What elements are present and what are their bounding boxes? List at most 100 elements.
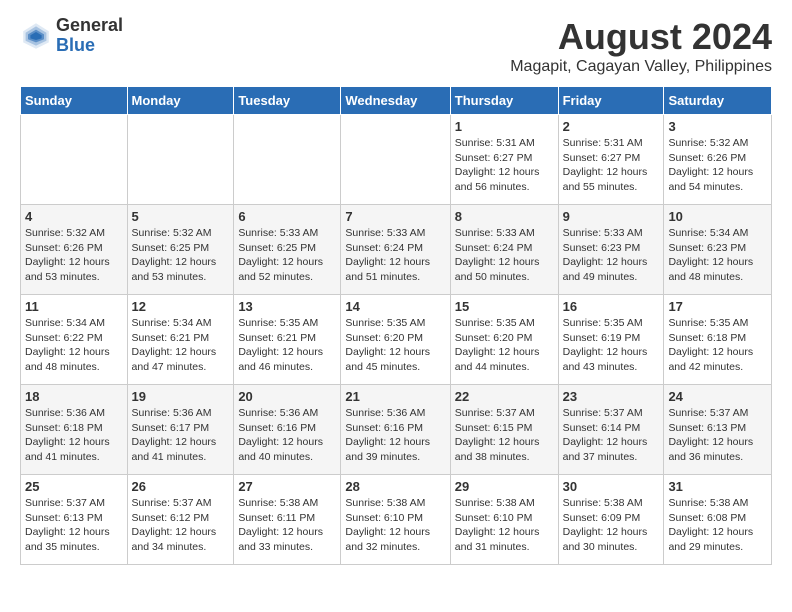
calendar-cell: 23 Sunrise: 5:37 AM Sunset: 6:14 PM Dayli… [558, 385, 664, 475]
day-number: 31 [668, 479, 767, 494]
day-info: Sunrise: 5:38 AM Sunset: 6:11 PM Dayligh… [238, 496, 336, 555]
day-header-saturday: Saturday [664, 87, 772, 115]
day-number: 5 [132, 209, 230, 224]
calendar-cell: 17Sunrise: 5:35 AM Sunset: 6:18 PM Dayli… [664, 295, 772, 385]
calendar-week-5: 25 Sunrise: 5:37 AM Sunset: 6:13 PM Dayli… [21, 475, 772, 565]
day-info: Sunrise: 5:35 AM Sunset: 6:18 PM Dayligh… [668, 316, 767, 375]
day-number: 25 [25, 479, 123, 494]
day-info: Sunrise: 5:38 AM Sunset: 6:10 PM Dayligh… [345, 496, 445, 555]
day-info: Sunrise: 5:37 AM Sunset: 6:13 PM Dayligh… [668, 406, 767, 465]
calendar-cell: 11 Sunrise: 5:34 AM Sunset: 6:22 PM Dayli… [21, 295, 128, 385]
day-number: 11 [25, 299, 123, 314]
day-number: 14 [345, 299, 445, 314]
day-info: Sunrise: 5:37 AM Sunset: 6:14 PM Dayligh… [563, 406, 660, 465]
logo-text: General Blue [56, 16, 123, 56]
calendar-cell: 28 Sunrise: 5:38 AM Sunset: 6:10 PM Dayli… [341, 475, 450, 565]
calendar-cell: 12 Sunrise: 5:34 AM Sunset: 6:21 PM Dayli… [127, 295, 234, 385]
calendar-cell: 29 Sunrise: 5:38 AM Sunset: 6:10 PM Dayli… [450, 475, 558, 565]
logo: General Blue [20, 16, 123, 56]
calendar-cell: 6 Sunrise: 5:33 AM Sunset: 6:25 PM Daylig… [234, 205, 341, 295]
day-info: Sunrise: 5:34 AM Sunset: 6:23 PM Dayligh… [668, 226, 767, 285]
day-info: Sunrise: 5:36 AM Sunset: 6:16 PM Dayligh… [238, 406, 336, 465]
calendar-week-2: 4 Sunrise: 5:32 AM Sunset: 6:26 PM Daylig… [21, 205, 772, 295]
day-number: 29 [455, 479, 554, 494]
day-info: Sunrise: 5:32 AM Sunset: 6:26 PM Dayligh… [668, 136, 767, 195]
calendar-cell: 25 Sunrise: 5:37 AM Sunset: 6:13 PM Dayli… [21, 475, 128, 565]
calendar-cell: 19 Sunrise: 5:36 AM Sunset: 6:17 PM Dayli… [127, 385, 234, 475]
day-number: 4 [25, 209, 123, 224]
day-number: 15 [455, 299, 554, 314]
day-info: Sunrise: 5:36 AM Sunset: 6:17 PM Dayligh… [132, 406, 230, 465]
day-info: Sunrise: 5:32 AM Sunset: 6:25 PM Dayligh… [132, 226, 230, 285]
day-header-sunday: Sunday [21, 87, 128, 115]
day-info: Sunrise: 5:33 AM Sunset: 6:24 PM Dayligh… [345, 226, 445, 285]
calendar-week-4: 18 Sunrise: 5:36 AM Sunset: 6:18 PM Dayli… [21, 385, 772, 475]
day-info: Sunrise: 5:31 AM Sunset: 6:27 PM Dayligh… [563, 136, 660, 195]
calendar-cell [21, 115, 128, 205]
day-number: 24 [668, 389, 767, 404]
day-number: 28 [345, 479, 445, 494]
calendar-cell: 16 Sunrise: 5:35 AM Sunset: 6:19 PM Dayli… [558, 295, 664, 385]
day-number: 22 [455, 389, 554, 404]
day-info: Sunrise: 5:34 AM Sunset: 6:21 PM Dayligh… [132, 316, 230, 375]
day-number: 9 [563, 209, 660, 224]
calendar-cell: 2Sunrise: 5:31 AM Sunset: 6:27 PM Daylig… [558, 115, 664, 205]
day-info: Sunrise: 5:35 AM Sunset: 6:21 PM Dayligh… [238, 316, 336, 375]
day-number: 6 [238, 209, 336, 224]
calendar-cell [127, 115, 234, 205]
calendar-cell: 30Sunrise: 5:38 AM Sunset: 6:09 PM Dayli… [558, 475, 664, 565]
calendar-cell: 15Sunrise: 5:35 AM Sunset: 6:20 PM Dayli… [450, 295, 558, 385]
day-info: Sunrise: 5:36 AM Sunset: 6:18 PM Dayligh… [25, 406, 123, 465]
calendar-header-row: SundayMondayTuesdayWednesdayThursdayFrid… [21, 87, 772, 115]
calendar-cell: 9Sunrise: 5:33 AM Sunset: 6:23 PM Daylig… [558, 205, 664, 295]
calendar-cell: 20 Sunrise: 5:36 AM Sunset: 6:16 PM Dayli… [234, 385, 341, 475]
calendar-cell [341, 115, 450, 205]
day-info: Sunrise: 5:38 AM Sunset: 6:08 PM Dayligh… [668, 496, 767, 555]
calendar-week-3: 11 Sunrise: 5:34 AM Sunset: 6:22 PM Dayli… [21, 295, 772, 385]
calendar-cell: 4 Sunrise: 5:32 AM Sunset: 6:26 PM Daylig… [21, 205, 128, 295]
calendar-week-1: 1Sunrise: 5:31 AM Sunset: 6:27 PM Daylig… [21, 115, 772, 205]
calendar-cell: 8 Sunrise: 5:33 AM Sunset: 6:24 PM Daylig… [450, 205, 558, 295]
day-number: 26 [132, 479, 230, 494]
day-number: 18 [25, 389, 123, 404]
day-info: Sunrise: 5:35 AM Sunset: 6:19 PM Dayligh… [563, 316, 660, 375]
calendar-cell: 5 Sunrise: 5:32 AM Sunset: 6:25 PM Daylig… [127, 205, 234, 295]
subtitle: Magapit, Cagayan Valley, Philippines [510, 58, 772, 76]
day-info: Sunrise: 5:34 AM Sunset: 6:22 PM Dayligh… [25, 316, 123, 375]
calendar-cell: 26 Sunrise: 5:37 AM Sunset: 6:12 PM Dayli… [127, 475, 234, 565]
day-number: 10 [668, 209, 767, 224]
day-number: 21 [345, 389, 445, 404]
day-number: 3 [668, 119, 767, 134]
calendar-cell: 7Sunrise: 5:33 AM Sunset: 6:24 PM Daylig… [341, 205, 450, 295]
day-number: 20 [238, 389, 336, 404]
calendar-cell: 3 Sunrise: 5:32 AM Sunset: 6:26 PM Daylig… [664, 115, 772, 205]
day-number: 8 [455, 209, 554, 224]
calendar-cell: 31 Sunrise: 5:38 AM Sunset: 6:08 PM Dayli… [664, 475, 772, 565]
day-info: Sunrise: 5:33 AM Sunset: 6:24 PM Dayligh… [455, 226, 554, 285]
day-header-thursday: Thursday [450, 87, 558, 115]
day-number: 19 [132, 389, 230, 404]
day-info: Sunrise: 5:33 AM Sunset: 6:25 PM Dayligh… [238, 226, 336, 285]
day-info: Sunrise: 5:31 AM Sunset: 6:27 PM Dayligh… [455, 136, 554, 195]
day-info: Sunrise: 5:36 AM Sunset: 6:16 PM Dayligh… [345, 406, 445, 465]
day-info: Sunrise: 5:32 AM Sunset: 6:26 PM Dayligh… [25, 226, 123, 285]
day-number: 12 [132, 299, 230, 314]
day-number: 23 [563, 389, 660, 404]
day-info: Sunrise: 5:38 AM Sunset: 6:10 PM Dayligh… [455, 496, 554, 555]
day-info: Sunrise: 5:37 AM Sunset: 6:12 PM Dayligh… [132, 496, 230, 555]
calendar-cell: 14 Sunrise: 5:35 AM Sunset: 6:20 PM Dayli… [341, 295, 450, 385]
day-info: Sunrise: 5:35 AM Sunset: 6:20 PM Dayligh… [345, 316, 445, 375]
calendar-cell [234, 115, 341, 205]
day-info: Sunrise: 5:37 AM Sunset: 6:13 PM Dayligh… [25, 496, 123, 555]
calendar-cell: 27Sunrise: 5:38 AM Sunset: 6:11 PM Dayli… [234, 475, 341, 565]
day-number: 16 [563, 299, 660, 314]
day-info: Sunrise: 5:37 AM Sunset: 6:15 PM Dayligh… [455, 406, 554, 465]
logo-icon [20, 20, 52, 52]
header: General Blue August 2024 Magapit, Cagaya… [20, 16, 772, 76]
calendar-cell: 21 Sunrise: 5:36 AM Sunset: 6:16 PM Dayli… [341, 385, 450, 475]
calendar-cell: 10 Sunrise: 5:34 AM Sunset: 6:23 PM Dayli… [664, 205, 772, 295]
calendar-cell: 1Sunrise: 5:31 AM Sunset: 6:27 PM Daylig… [450, 115, 558, 205]
day-header-tuesday: Tuesday [234, 87, 341, 115]
day-header-friday: Friday [558, 87, 664, 115]
calendar-cell: 24 Sunrise: 5:37 AM Sunset: 6:13 PM Dayli… [664, 385, 772, 475]
